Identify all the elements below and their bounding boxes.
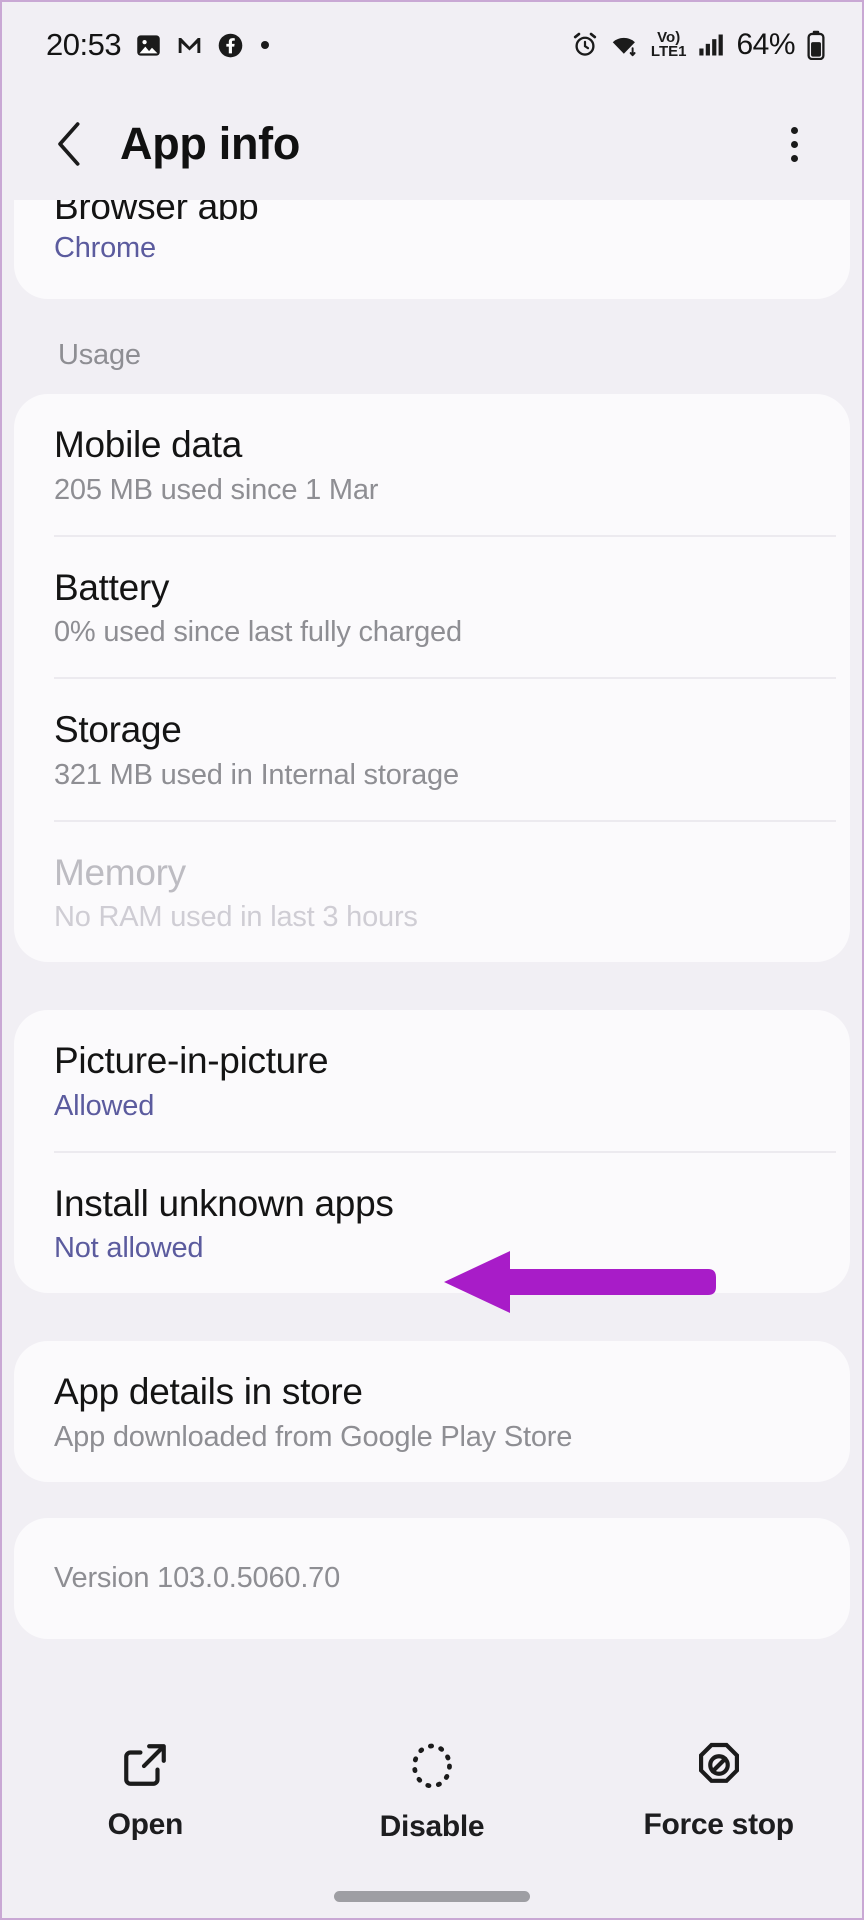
- card-permissions: Picture-in-picture Allowed Install unkno…: [14, 1010, 850, 1294]
- row-version: Version 103.0.5060.70: [14, 1518, 850, 1639]
- row-picture-in-picture[interactable]: Picture-in-picture Allowed: [14, 1010, 850, 1151]
- more-vertical-icon: [790, 126, 798, 134]
- gallery-icon: [135, 32, 162, 59]
- battery-percent: 64%: [736, 28, 795, 61]
- row-mobile-data-sub: 205 MB used since 1 Mar: [54, 473, 379, 506]
- section-label-usage: Usage: [58, 339, 141, 371]
- phone-screen: 20:53 Vo) LTE1 64% App info Browser app …: [0, 0, 864, 1920]
- card-app-details-in-store: App details in store App downloaded from…: [14, 1341, 850, 1482]
- gmail-icon: [176, 32, 203, 59]
- back-chevron-icon: [50, 121, 90, 167]
- force-stop-button[interactable]: Force stop: [619, 1740, 819, 1842]
- row-browser-app[interactable]: Browser app Chrome: [14, 184, 850, 299]
- row-install-unknown-apps[interactable]: Install unknown apps Not allowed: [14, 1153, 850, 1294]
- row-memory: Memory No RAM used in last 3 hours: [14, 822, 850, 963]
- card-browser-app: Browser app Chrome: [14, 184, 850, 299]
- row-storage[interactable]: Storage 321 MB used in Internal storage: [14, 679, 850, 820]
- status-time: 20:53: [46, 27, 122, 62]
- row-app-details-in-store-sub: App downloaded from Google Play Store: [54, 1420, 573, 1453]
- disable-dotted-circle-icon: [407, 1740, 457, 1792]
- open-button[interactable]: Open: [45, 1740, 245, 1842]
- disable-button[interactable]: Disable: [332, 1740, 532, 1844]
- row-mobile-data[interactable]: Mobile data 205 MB used since 1 Mar: [14, 394, 850, 535]
- more-vertical-icon-dot2: [790, 140, 798, 148]
- row-storage-title: Storage: [54, 709, 182, 751]
- status-bar-left: 20:53: [46, 27, 272, 63]
- card-version: Version 103.0.5060.70: [14, 1517, 850, 1639]
- volte-bottom-text: LTE1: [650, 43, 687, 60]
- more-vertical-icon-dot3: [790, 154, 798, 162]
- row-picture-in-picture-title: Picture-in-picture: [54, 1040, 329, 1082]
- disable-button-label: Disable: [379, 1810, 485, 1843]
- bottom-action-bar: Open Disable Force stop: [2, 1718, 862, 1918]
- open-button-label: Open: [107, 1808, 184, 1841]
- row-memory-title: Memory: [54, 851, 186, 893]
- row-battery-title: Battery: [54, 566, 170, 608]
- back-button[interactable]: [42, 116, 98, 172]
- dot-icon: [258, 38, 272, 52]
- status-bar: 20:53 Vo) LTE1 64%: [2, 2, 862, 88]
- row-app-details-in-store[interactable]: App details in store App downloaded from…: [14, 1341, 850, 1482]
- row-battery[interactable]: Battery 0% used since last fully charged: [14, 537, 850, 678]
- row-picture-in-picture-sub: Allowed: [54, 1089, 155, 1122]
- wifi-icon: [610, 31, 640, 59]
- row-memory-sub: No RAM used in last 3 hours: [54, 901, 418, 934]
- row-storage-sub: 321 MB used in Internal storage: [54, 758, 459, 791]
- row-battery-sub: 0% used since last fully charged: [54, 616, 462, 649]
- force-stop-icon: [694, 1740, 744, 1790]
- row-app-details-in-store-title: App details in store: [54, 1371, 363, 1413]
- facebook-icon: [217, 32, 244, 59]
- volte-icon: Vo) LTE1: [650, 30, 687, 60]
- row-browser-app-value: Chrome: [54, 232, 156, 264]
- row-version-text: Version 103.0.5060.70: [54, 1561, 341, 1594]
- alarm-icon: [571, 31, 599, 59]
- card-usage: Mobile data 205 MB used since 1 Mar Batt…: [14, 394, 850, 963]
- open-external-icon: [120, 1740, 170, 1790]
- row-mobile-data-title: Mobile data: [54, 424, 242, 465]
- row-install-unknown-apps-title: Install unknown apps: [54, 1182, 394, 1224]
- battery-icon: [806, 30, 826, 60]
- signal-icon: [697, 32, 725, 58]
- home-indicator[interactable]: [334, 1891, 530, 1902]
- app-bar: App info: [2, 88, 862, 200]
- page-title: App info: [120, 118, 301, 169]
- settings-scroll-content[interactable]: Browser app Chrome Usage Mobile data 205…: [2, 184, 862, 1639]
- status-bar-right: Vo) LTE1 64%: [571, 28, 826, 62]
- overflow-menu-button[interactable]: [766, 114, 822, 174]
- force-stop-button-label: Force stop: [643, 1808, 794, 1841]
- left-arrow-annotation: [440, 1247, 720, 1322]
